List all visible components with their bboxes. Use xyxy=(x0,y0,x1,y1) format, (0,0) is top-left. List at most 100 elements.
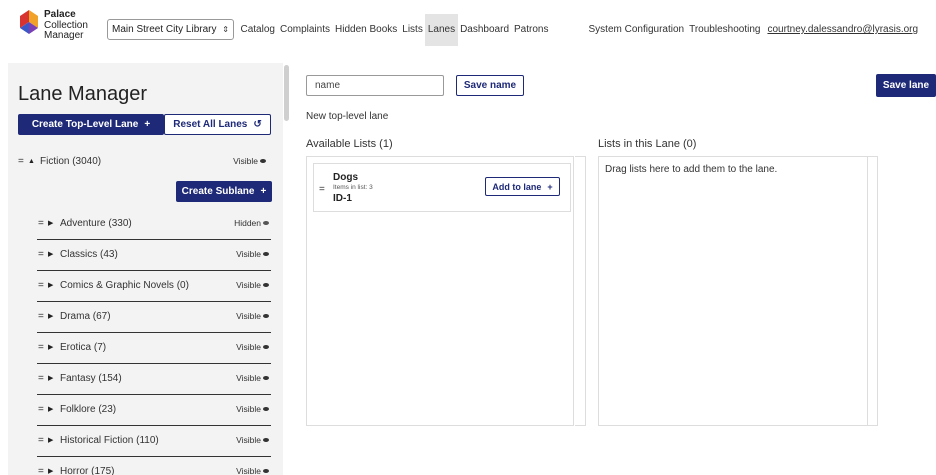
drag-handle-icon[interactable]: = xyxy=(18,156,28,167)
lane-item-fiction[interactable]: = ▲ Fiction (3040) Visible xyxy=(18,152,268,170)
logo-text: Palace Collection Manager xyxy=(44,9,88,42)
sidebar-scrollbar[interactable] xyxy=(283,63,290,475)
lane-name: Folklore (23) xyxy=(60,403,117,415)
list-id: ID-1 xyxy=(333,193,352,204)
nav-troubleshooting[interactable]: Troubleshooting xyxy=(687,14,763,46)
visibility-toggle[interactable]: Visible xyxy=(233,156,266,166)
visibility-toggle[interactable]: Visible xyxy=(236,280,269,290)
visibility-label: Visible xyxy=(236,373,261,383)
drag-handle-icon[interactable]: = xyxy=(38,311,48,322)
divider xyxy=(37,456,271,457)
select-caret-icon: ⇕ xyxy=(222,25,229,34)
visibility-label: Visible xyxy=(236,249,261,259)
create-sublane-button[interactable]: Create Sublane + xyxy=(176,181,272,202)
editor-subtitle: New top-level lane xyxy=(306,111,389,122)
visibility-toggle[interactable]: Visible xyxy=(236,404,269,414)
palace-logo[interactable]: Palace Collection Manager xyxy=(18,8,106,48)
lane-name: Fantasy (154) xyxy=(60,372,122,384)
drag-handle-icon[interactable]: = xyxy=(38,435,48,446)
visibility-toggle[interactable]: Visible xyxy=(236,342,269,352)
lane-item-erotica[interactable]: = ▶ Erotica (7) Visible xyxy=(38,338,271,356)
expand-triangle-icon[interactable]: ▶ xyxy=(48,250,60,258)
available-lists-scrollbar[interactable] xyxy=(575,156,586,426)
lane-item-fantasy[interactable]: = ▶ Fantasy (154) Visible xyxy=(38,369,271,387)
lane-name: Erotica (7) xyxy=(60,341,107,353)
eye-icon xyxy=(263,438,269,442)
lane-item-horror[interactable]: = ▶ Horror (175) Visible xyxy=(38,462,271,475)
visibility-label: Visible xyxy=(236,311,261,321)
user-email-link[interactable]: courtney.dalessandro@lyrasis.org xyxy=(765,14,921,46)
save-name-button[interactable]: Save name xyxy=(456,75,524,96)
drag-handle-icon[interactable]: = xyxy=(38,280,48,291)
nav-lanes[interactable]: Lanes xyxy=(425,14,458,46)
expand-triangle-icon[interactable]: ▶ xyxy=(48,219,60,227)
drag-handle-icon[interactable]: = xyxy=(319,184,325,195)
lane-item-classics[interactable]: = ▶ Classics (43) Visible xyxy=(38,245,271,263)
expand-triangle-icon[interactable]: ▶ xyxy=(48,281,60,289)
library-select[interactable]: Main Street City Library ⇕ xyxy=(107,19,234,40)
lane-item-comics[interactable]: = ▶ Comics & Graphic Novels (0) Visible xyxy=(38,276,271,294)
add-to-lane-button[interactable]: Add to lane + xyxy=(485,177,560,196)
collapse-triangle-icon[interactable]: ▲ xyxy=(28,158,40,165)
lane-item-historical-fiction[interactable]: = ▶ Historical Fiction (110) Visible xyxy=(38,431,271,449)
visibility-label: Visible xyxy=(236,280,261,290)
visibility-toggle[interactable]: Visible xyxy=(236,435,269,445)
lane-lists-dropzone[interactable] xyxy=(598,156,868,426)
visibility-label: Visible xyxy=(236,404,261,414)
nav-dashboard[interactable]: Dashboard xyxy=(458,14,512,46)
eye-slash-icon xyxy=(263,221,269,225)
visibility-label: Visible xyxy=(236,342,261,352)
logo-line-1: Palace xyxy=(44,9,76,20)
expand-triangle-icon[interactable]: ▶ xyxy=(48,374,60,382)
lane-name-input[interactable] xyxy=(306,75,444,96)
eye-icon xyxy=(263,469,269,473)
main-nav: Catalog Complaints Hidden Books Lists La… xyxy=(238,14,551,46)
scrollbar-thumb[interactable] xyxy=(284,65,289,121)
drag-handle-icon[interactable]: = xyxy=(38,404,48,415)
nav-lists[interactable]: Lists xyxy=(400,14,426,46)
nav-catalog[interactable]: Catalog xyxy=(238,14,277,46)
visibility-label: Visible xyxy=(236,466,261,475)
lane-name: Comics & Graphic Novels (0) xyxy=(60,279,189,291)
visibility-toggle[interactable]: Visible xyxy=(236,249,269,259)
visibility-toggle[interactable]: Hidden xyxy=(234,218,269,228)
plus-icon: + xyxy=(144,119,151,130)
save-lane-button[interactable]: Save lane xyxy=(876,74,936,97)
plus-icon: + xyxy=(260,186,267,197)
lane-name: Horror (175) xyxy=(60,465,115,475)
reset-all-lanes-button[interactable]: Reset All Lanes ↺ xyxy=(164,114,271,135)
expand-triangle-icon[interactable]: ▶ xyxy=(48,312,60,320)
expand-triangle-icon[interactable]: ▶ xyxy=(48,405,60,413)
drag-handle-icon[interactable]: = xyxy=(38,342,48,353)
lane-name: Fiction (3040) xyxy=(40,155,102,167)
expand-triangle-icon[interactable]: ▶ xyxy=(48,343,60,351)
nav-hidden-books[interactable]: Hidden Books xyxy=(333,14,400,46)
lane-item-adventure[interactable]: = ▶ Adventure (330) Hidden xyxy=(38,214,271,232)
divider xyxy=(37,270,271,271)
create-sublane-label: Create Sublane xyxy=(181,186,255,197)
visibility-toggle[interactable]: Visible xyxy=(236,466,269,475)
divider xyxy=(37,332,271,333)
drag-handle-icon[interactable]: = xyxy=(38,249,48,260)
create-top-level-lane-button[interactable]: Create Top-Level Lane + xyxy=(18,114,164,135)
available-lists-heading: Available Lists (1) xyxy=(306,138,393,150)
visibility-toggle[interactable]: Visible xyxy=(236,311,269,321)
expand-triangle-icon[interactable]: ▶ xyxy=(48,467,60,475)
nav-system-configuration[interactable]: System Configuration xyxy=(586,14,687,46)
lane-item-drama[interactable]: = ▶ Drama (67) Visible xyxy=(38,307,271,325)
drag-handle-icon[interactable]: = xyxy=(38,466,48,475)
drag-handle-icon[interactable]: = xyxy=(38,218,48,229)
lane-name: Classics (43) xyxy=(60,248,118,260)
logo-line-3: Manager xyxy=(44,30,84,41)
nav-patrons[interactable]: Patrons xyxy=(512,14,551,46)
lane-lists-scrollbar[interactable] xyxy=(868,156,878,426)
lane-item-folklore[interactable]: = ▶ Folklore (23) Visible xyxy=(38,400,271,418)
divider xyxy=(37,239,271,240)
divider xyxy=(37,363,271,364)
visibility-toggle[interactable]: Visible xyxy=(236,373,269,383)
eye-icon xyxy=(263,252,269,256)
drag-handle-icon[interactable]: = xyxy=(38,373,48,384)
expand-triangle-icon[interactable]: ▶ xyxy=(48,436,60,444)
nav-complaints[interactable]: Complaints xyxy=(277,14,332,46)
eye-icon xyxy=(263,407,269,411)
